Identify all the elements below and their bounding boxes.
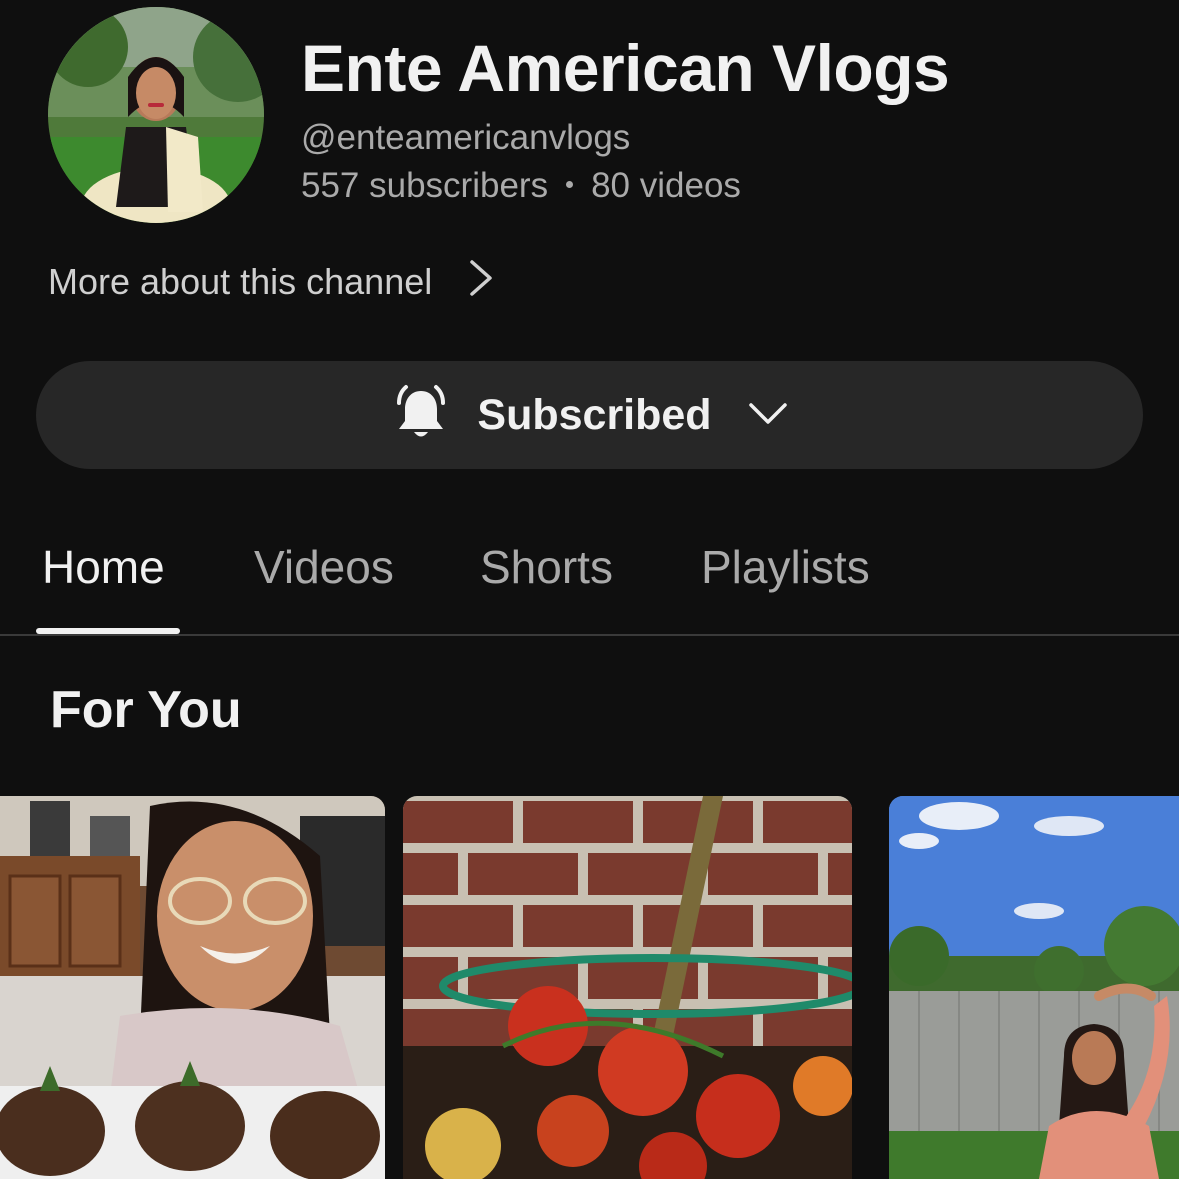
thumbnail-image [889,796,1179,1179]
video-thumbnail[interactable] [403,796,852,1179]
avatar-image [48,7,264,223]
active-tab-indicator [36,628,180,634]
video-count: 80 videos [591,166,741,205]
channel-tabs: Home Videos Shorts Playlists [0,516,1179,636]
channel-title: Ente American Vlogs [301,31,950,105]
tab-playlists[interactable]: Playlists [701,540,870,594]
chevron-right-icon [468,258,494,307]
subscribed-button[interactable]: Subscribed [36,361,1143,469]
thumbnail-image [0,796,385,1179]
channel-handle: @enteamericanvlogs [301,118,631,157]
channel-header: Ente American Vlogs @enteamericanvlogs 5… [0,0,1179,230]
tab-videos[interactable]: Videos [254,540,394,594]
bell-ringing-icon [391,383,451,448]
chevron-down-icon [748,400,788,431]
subscribed-label: Subscribed [477,390,712,439]
channel-avatar[interactable] [48,7,264,223]
thumbnail-image [403,796,852,1179]
tab-shorts[interactable]: Shorts [480,540,613,594]
channel-stats: 557 subscribers 80 videos [301,166,741,206]
video-thumbnail[interactable] [0,796,385,1179]
section-title: For You [50,681,242,739]
more-about-label: More about this channel [48,261,433,302]
tab-home[interactable]: Home [42,540,165,594]
more-about-channel-link[interactable]: More about this channel [48,254,494,310]
subscriber-count: 557 subscribers [301,166,549,205]
separator-dot [566,181,574,189]
video-thumbnail[interactable] [889,796,1179,1179]
